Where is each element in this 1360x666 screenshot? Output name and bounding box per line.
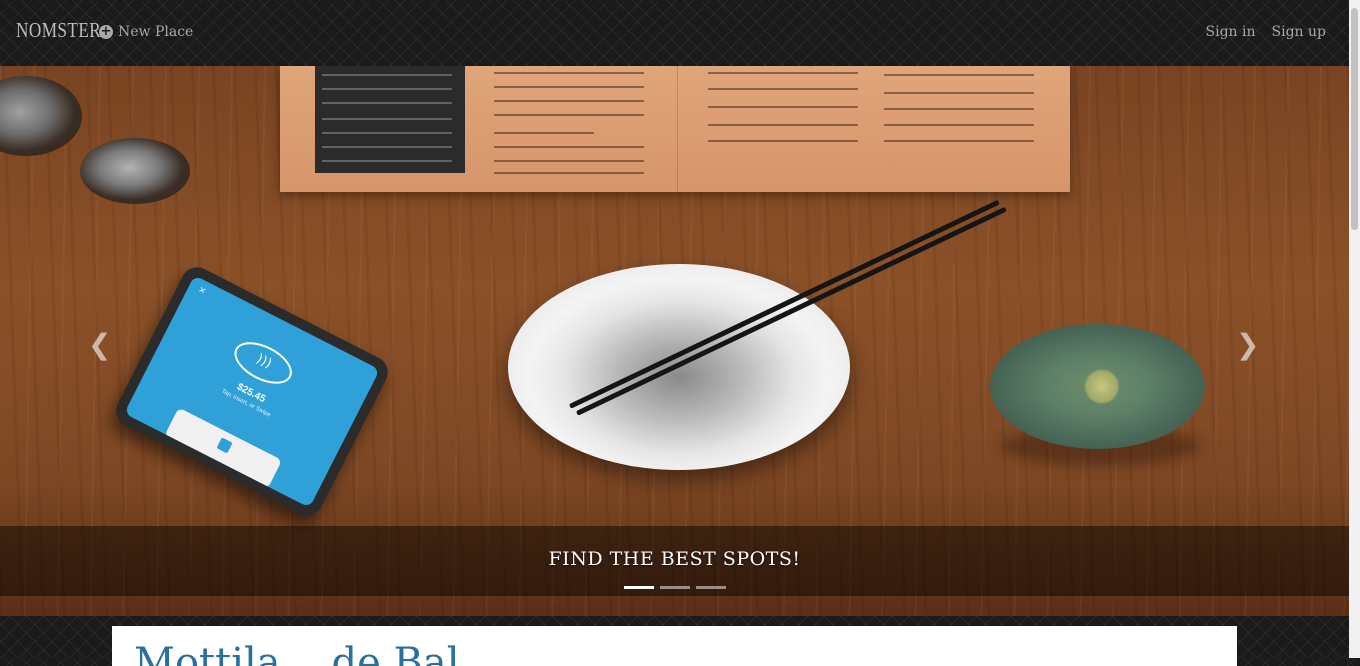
menu-text-line: [322, 132, 452, 134]
carousel-indicator[interactable]: [624, 586, 654, 589]
sake-cup-image: [80, 138, 190, 204]
menu-text-line: [884, 92, 1034, 94]
menu-text-line: [708, 88, 858, 90]
menu-text-line: [494, 100, 644, 102]
close-icon: ✕: [196, 285, 208, 298]
menu-text-line: [494, 72, 644, 74]
succulent-plant-image: [990, 324, 1205, 449]
menu-text-line: [322, 74, 452, 76]
menu-text-line: [494, 172, 644, 174]
menu-text-line: [322, 118, 452, 120]
menu-text-line: [322, 160, 452, 162]
carousel-caption: FIND THE BEST SPOTS!: [548, 548, 801, 570]
chip-icon: [216, 437, 233, 454]
menu-fold-line: [677, 66, 678, 192]
carousel-indicator[interactable]: [696, 586, 726, 589]
carousel-indicators: [624, 586, 726, 589]
sake-cup-image: [0, 76, 82, 156]
menu-text-line: [884, 74, 1034, 76]
place-title[interactable]: Mottila... de Bal: [134, 640, 460, 666]
menu-text-line: [322, 88, 452, 90]
navbar: NOMSTER + New Place Sign in Sign up: [0, 0, 1349, 67]
menu-text-line: [322, 146, 452, 148]
menu-text-line: [322, 102, 452, 104]
menu-text-line: [708, 124, 858, 126]
menu-text-line: [494, 146, 644, 148]
new-place-link[interactable]: + New Place: [99, 24, 193, 40]
menu-text-line: [494, 114, 644, 116]
terminal-screen: ✕ ))) $25.45 Tap, insert, or Swipe: [124, 275, 380, 508]
menu-text-line: [494, 160, 644, 162]
sign-in-link[interactable]: Sign in: [1206, 24, 1256, 40]
new-place-label: New Place: [118, 24, 194, 40]
payment-terminal-image: ✕ ))) $25.45 Tap, insert, or Swipe: [110, 261, 394, 522]
menu-text-line: [884, 108, 1034, 110]
auth-links: Sign in Sign up: [1206, 24, 1326, 40]
menu-text-line: [708, 140, 858, 142]
carousel-indicator[interactable]: [660, 586, 690, 589]
menu-text-line: [884, 140, 1034, 142]
menu-text-line: [708, 106, 858, 108]
content-panel: Mottila... de Bal: [112, 626, 1237, 666]
scroll-thumb[interactable]: [1351, 8, 1358, 230]
menu-text-line: [708, 72, 858, 74]
hero-carousel: ✕ ))) $25.45 Tap, insert, or Swipe ❮ ❯ F…: [0, 66, 1349, 616]
menu-text-line: [494, 86, 644, 88]
chevron-right-icon[interactable]: ❯: [1236, 328, 1259, 361]
page-scrollbar[interactable]: [1349, 0, 1360, 658]
brand-logo[interactable]: NOMSTER: [16, 18, 101, 43]
restaurant-menu-image: [280, 66, 1070, 192]
menu-text-line: [494, 132, 594, 134]
chevron-left-icon[interactable]: ❮: [88, 328, 111, 361]
plus-circle-icon: +: [99, 24, 113, 39]
menu-text-line: [884, 124, 1034, 126]
sign-up-link[interactable]: Sign up: [1272, 24, 1326, 40]
